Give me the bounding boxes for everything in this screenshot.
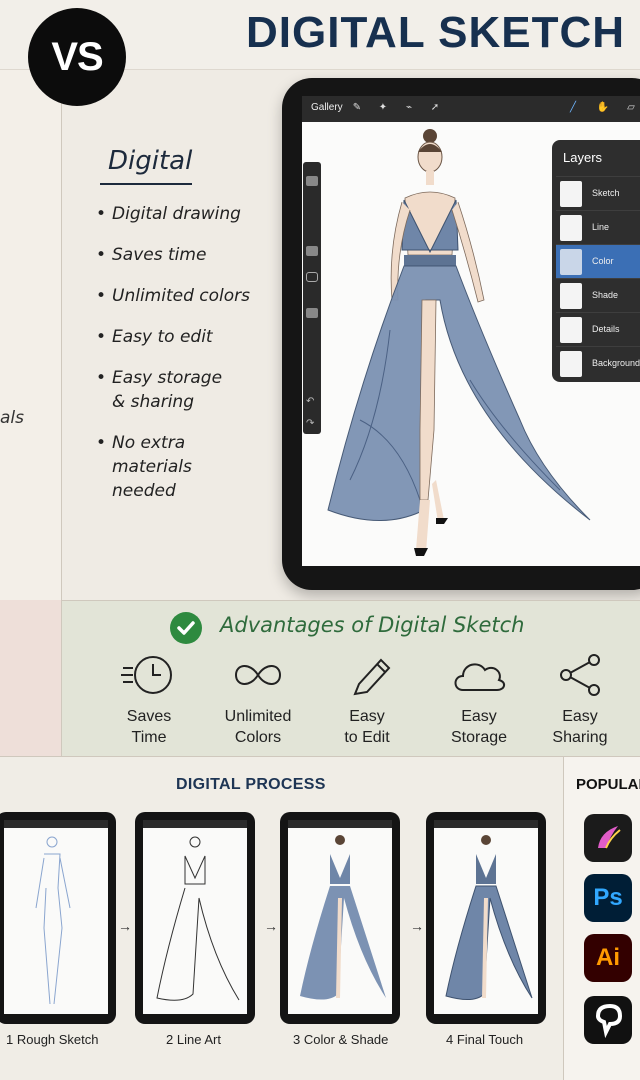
page-title: DIGITAL SKETCH — [246, 8, 626, 57]
layer-row[interactable]: Background — [556, 346, 640, 380]
arrow-right-icon: → — [118, 918, 132, 934]
digital-heading: Digital — [108, 146, 193, 176]
advantage-unlimited-colors: Unlimited Colors — [203, 652, 313, 748]
advantage-label: Saves Time — [126, 708, 172, 746]
cloud-icon — [454, 663, 505, 691]
process-toolbar — [288, 820, 392, 828]
final-figure — [445, 835, 533, 1000]
adjust-icon[interactable]: ✦ — [376, 101, 390, 115]
feature-list: Digital drawing Saves time Unlimited col… — [96, 202, 266, 520]
arrow-right-icon: → — [264, 918, 278, 934]
feature-text: Easy storage & sharing — [112, 368, 223, 412]
photoshop-icon[interactable]: Ps — [584, 874, 632, 922]
layer-thumbnail — [560, 351, 582, 377]
opacity-slider-handle-2[interactable] — [306, 308, 318, 318]
process-step-label: 1 Rough Sketch — [6, 1032, 99, 1047]
layer-name: Shade — [592, 290, 619, 300]
advantage-label: Easy Storage — [450, 708, 508, 746]
procreate-icon[interactable] — [584, 814, 632, 862]
clip-studio-icon[interactable] — [584, 996, 632, 1044]
feature-item: Unlimited colors — [96, 284, 266, 308]
modify-button[interactable] — [306, 272, 318, 282]
eraser-icon[interactable]: ▱ — [624, 101, 638, 115]
colored-figure — [300, 835, 386, 1000]
infinity-icon — [234, 665, 282, 685]
opacity-slider-handle[interactable] — [306, 246, 318, 256]
arrow-right-icon: → — [410, 918, 424, 934]
layer-row-selected[interactable]: Color — [556, 244, 640, 278]
advantage-saves-time: Saves Time — [94, 652, 204, 748]
feature-item: No extra materials needed — [96, 431, 266, 503]
layer-row[interactable]: Shade — [556, 278, 640, 312]
rough-sketch-figure — [35, 836, 71, 1005]
advantage-label: Easy to Edit — [344, 708, 390, 746]
layer-row[interactable]: Line — [556, 210, 640, 244]
pencil-icon — [353, 658, 391, 696]
size-slider-handle[interactable] — [306, 176, 318, 186]
process-step-label: 2 Line Art — [166, 1032, 221, 1047]
advantage-easy-edit: Easy to Edit — [312, 652, 422, 748]
brush-size-sidebar[interactable] — [303, 162, 321, 434]
smudge-icon[interactable]: ✋ — [596, 101, 610, 115]
process-toolbar — [434, 820, 538, 828]
brush-icon[interactable]: ╱ — [566, 101, 580, 115]
feature-item: Digital drawing — [96, 202, 266, 226]
gallery-button[interactable]: Gallery — [311, 102, 343, 113]
feature-text: Easy to edit — [112, 327, 213, 347]
layer-thumbnail — [560, 215, 582, 241]
process-toolbar — [4, 820, 108, 828]
advantage-easy-sharing: Easy Sharing — [525, 652, 635, 748]
undo-icon[interactable]: ↶ — [306, 396, 314, 407]
feature-text: Saves time — [112, 245, 207, 265]
feature-item: Saves time — [96, 243, 266, 267]
advantage-label: Unlimited Colors — [224, 708, 292, 746]
layer-thumbnail — [560, 283, 582, 309]
process-step-label: 3 Color & Shade — [293, 1032, 389, 1047]
advantages-title: Advantages of Digital Sketch — [220, 613, 525, 637]
layer-thumbnail — [560, 317, 582, 343]
wrench-icon[interactable]: ✎ — [350, 101, 364, 115]
line-art-figure — [156, 836, 240, 1001]
feature-text: Unlimited colors — [112, 286, 250, 306]
check-circle-icon — [170, 612, 202, 644]
process-toolbar — [143, 820, 247, 828]
layer-row[interactable]: Details — [556, 312, 640, 346]
share-icon — [560, 654, 600, 696]
layer-name: Background — [592, 358, 640, 368]
redo-icon[interactable]: ↷ — [306, 418, 314, 429]
selection-icon[interactable]: ⌁ — [402, 101, 416, 115]
advantage-label: Easy Sharing — [552, 708, 608, 746]
left-panel-strip — [0, 70, 62, 600]
layer-name: Color — [592, 256, 614, 266]
feature-text: Digital drawing — [112, 204, 241, 224]
feature-item: Easy storage & sharing — [96, 366, 266, 414]
process-title: DIGITAL PROCESS — [176, 776, 326, 793]
layer-row[interactable]: Sketch — [556, 176, 640, 210]
heading-underline — [100, 183, 192, 185]
left-fragment-text: als — [0, 408, 24, 428]
process-screen-rough — [4, 828, 108, 1014]
clock-speed-icon — [121, 656, 172, 694]
feature-item: Easy to edit — [96, 325, 266, 349]
layers-title: Layers — [563, 150, 603, 165]
layer-name: Sketch — [592, 188, 620, 198]
layer-name: Line — [592, 222, 610, 232]
layer-thumbnail — [560, 249, 582, 275]
process-screen-line — [143, 828, 247, 1014]
advantage-easy-storage: Easy Storage — [424, 652, 534, 748]
vs-badge: VS — [28, 8, 126, 106]
left-panel-strip-lower — [0, 600, 62, 756]
process-step-label: 4 Final Touch — [446, 1032, 524, 1047]
process-screen-final — [434, 828, 538, 1014]
illustrator-icon[interactable]: Ai — [584, 934, 632, 982]
feature-text: No extra materials needed — [112, 433, 192, 501]
layer-name: Details — [592, 324, 620, 334]
process-screen-color — [288, 828, 392, 1014]
transform-icon[interactable]: ➚ — [428, 101, 442, 115]
layer-thumbnail — [560, 181, 582, 207]
popular-title: POPULAR — [576, 776, 640, 793]
